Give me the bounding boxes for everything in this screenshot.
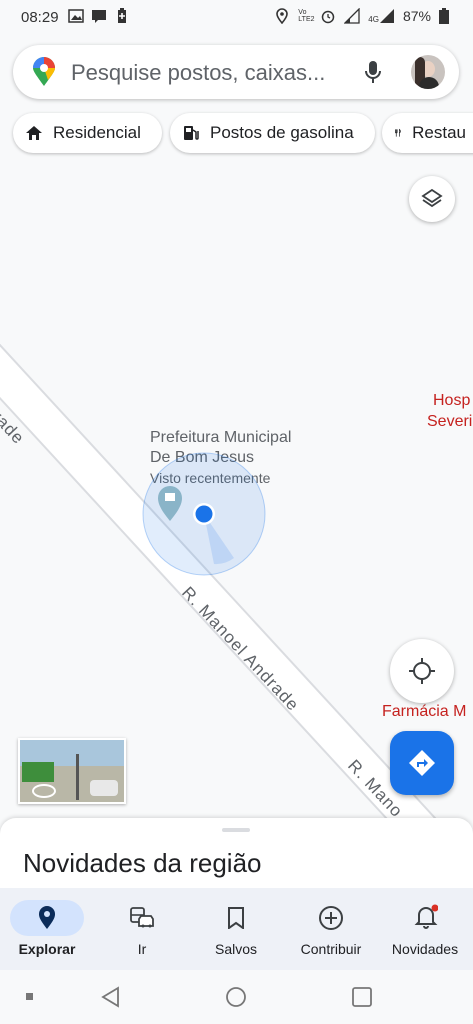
- bookmark-icon: [228, 907, 244, 929]
- home-icon: [26, 126, 42, 140]
- home-circle-icon[interactable]: [225, 986, 247, 1008]
- nav-contribuir-label: Contribuir: [300, 941, 362, 957]
- my-location-button[interactable]: [390, 639, 454, 703]
- directions-button[interactable]: [390, 731, 454, 795]
- poi-hospital-name[interactable]: Hosp Severi: [427, 390, 472, 432]
- nav-explorar-label: Explorar: [18, 941, 76, 957]
- system-navigation-bar: [0, 970, 473, 1024]
- battery-icon: [439, 8, 449, 24]
- poi-subtitle: Visto recentemente: [150, 470, 271, 486]
- status-bar: 08:29 Vo LTE2 4G 87%: [0, 0, 473, 36]
- chip-restaurantes[interactable]: Restau: [382, 113, 473, 153]
- nav-explorar[interactable]: Explorar: [0, 888, 94, 970]
- nav-novidades-label: Novidades: [391, 941, 459, 957]
- back-icon[interactable]: [100, 986, 120, 1008]
- chip-postos-gasolina[interactable]: Postos de gasolina: [170, 113, 375, 153]
- signal-1-icon: [344, 8, 360, 24]
- poi-name-line1: Prefeitura Municipal: [150, 429, 292, 446]
- nav-ir-label: Ir: [137, 941, 147, 957]
- status-left-icons: [68, 8, 130, 24]
- crosshair-icon: [409, 658, 435, 684]
- status-time: 08:29: [21, 9, 59, 26]
- nav-novidades[interactable]: Novidades: [378, 888, 472, 970]
- hospital-line2: Severi: [427, 413, 473, 430]
- network-type-icon: 4G: [368, 8, 395, 24]
- add-circle-icon: [319, 906, 343, 930]
- 360-icon: [32, 784, 56, 798]
- sheet-title: Novidades da região: [23, 848, 262, 878]
- poi-pharmacy-name[interactable]: Farmácia M: [382, 703, 466, 721]
- nav-salvos-label: Salvos: [214, 941, 258, 957]
- nav-salvos[interactable]: Salvos: [189, 888, 283, 970]
- chip-restaurantes-label: Restau: [412, 123, 466, 142]
- signal-2-icon: [379, 9, 394, 23]
- gas-station-icon: [184, 126, 199, 140]
- bottom-navigation: Explorar Ir Salvos Contribuir Novidades: [0, 888, 473, 970]
- restaurant-icon: [394, 128, 401, 137]
- chip-residencial[interactable]: Residencial: [13, 113, 162, 153]
- chip-postos-label: Postos de gasolina: [210, 123, 354, 142]
- explore-pin-icon: [39, 906, 55, 929]
- microphone-icon[interactable]: [365, 60, 381, 84]
- directions-icon: [409, 750, 435, 776]
- overview-square-icon[interactable]: [351, 986, 373, 1008]
- maps-logo-icon: [33, 57, 55, 86]
- avatar[interactable]: [411, 55, 445, 89]
- search-bar[interactable]: Pesquise postos, caixas...: [13, 45, 459, 99]
- hospital-line1: Hosp: [433, 392, 471, 409]
- status-right: Vo LTE2 4G 87%: [274, 8, 449, 24]
- location-icon: [276, 8, 289, 24]
- volte-icon: Vo LTE2: [298, 9, 315, 23]
- search-input[interactable]: Pesquise postos, caixas...: [71, 60, 325, 86]
- recents-dot-icon[interactable]: [26, 993, 33, 1000]
- bottom-sheet[interactable]: Novidades da região: [0, 818, 473, 898]
- bell-icon: [414, 904, 438, 929]
- sheet-drag-handle[interactable]: [222, 828, 250, 832]
- network-type-text: 4G: [368, 15, 379, 24]
- street-view-thumbnail[interactable]: [18, 738, 126, 804]
- pharmacy-text: Farmácia M: [382, 703, 467, 720]
- car-transit-icon: [130, 907, 154, 928]
- alarm-icon: [322, 10, 335, 24]
- battery-saver-icon: [118, 8, 126, 23]
- layers-button[interactable]: [409, 176, 455, 222]
- nav-ir[interactable]: Ir: [95, 888, 189, 970]
- messages-icon: [92, 10, 106, 23]
- gallery-icon: [68, 9, 84, 23]
- nav-contribuir[interactable]: Contribuir: [284, 888, 378, 970]
- poi-name-line2: De Bom Jesus: [150, 449, 255, 466]
- battery-percent: 87%: [402, 8, 431, 24]
- layers-icon: [421, 188, 443, 208]
- poi-prefeitura-name[interactable]: Prefeitura Municipal De Bom Jesus Visto …: [150, 428, 291, 488]
- chip-residencial-label: Residencial: [53, 123, 141, 142]
